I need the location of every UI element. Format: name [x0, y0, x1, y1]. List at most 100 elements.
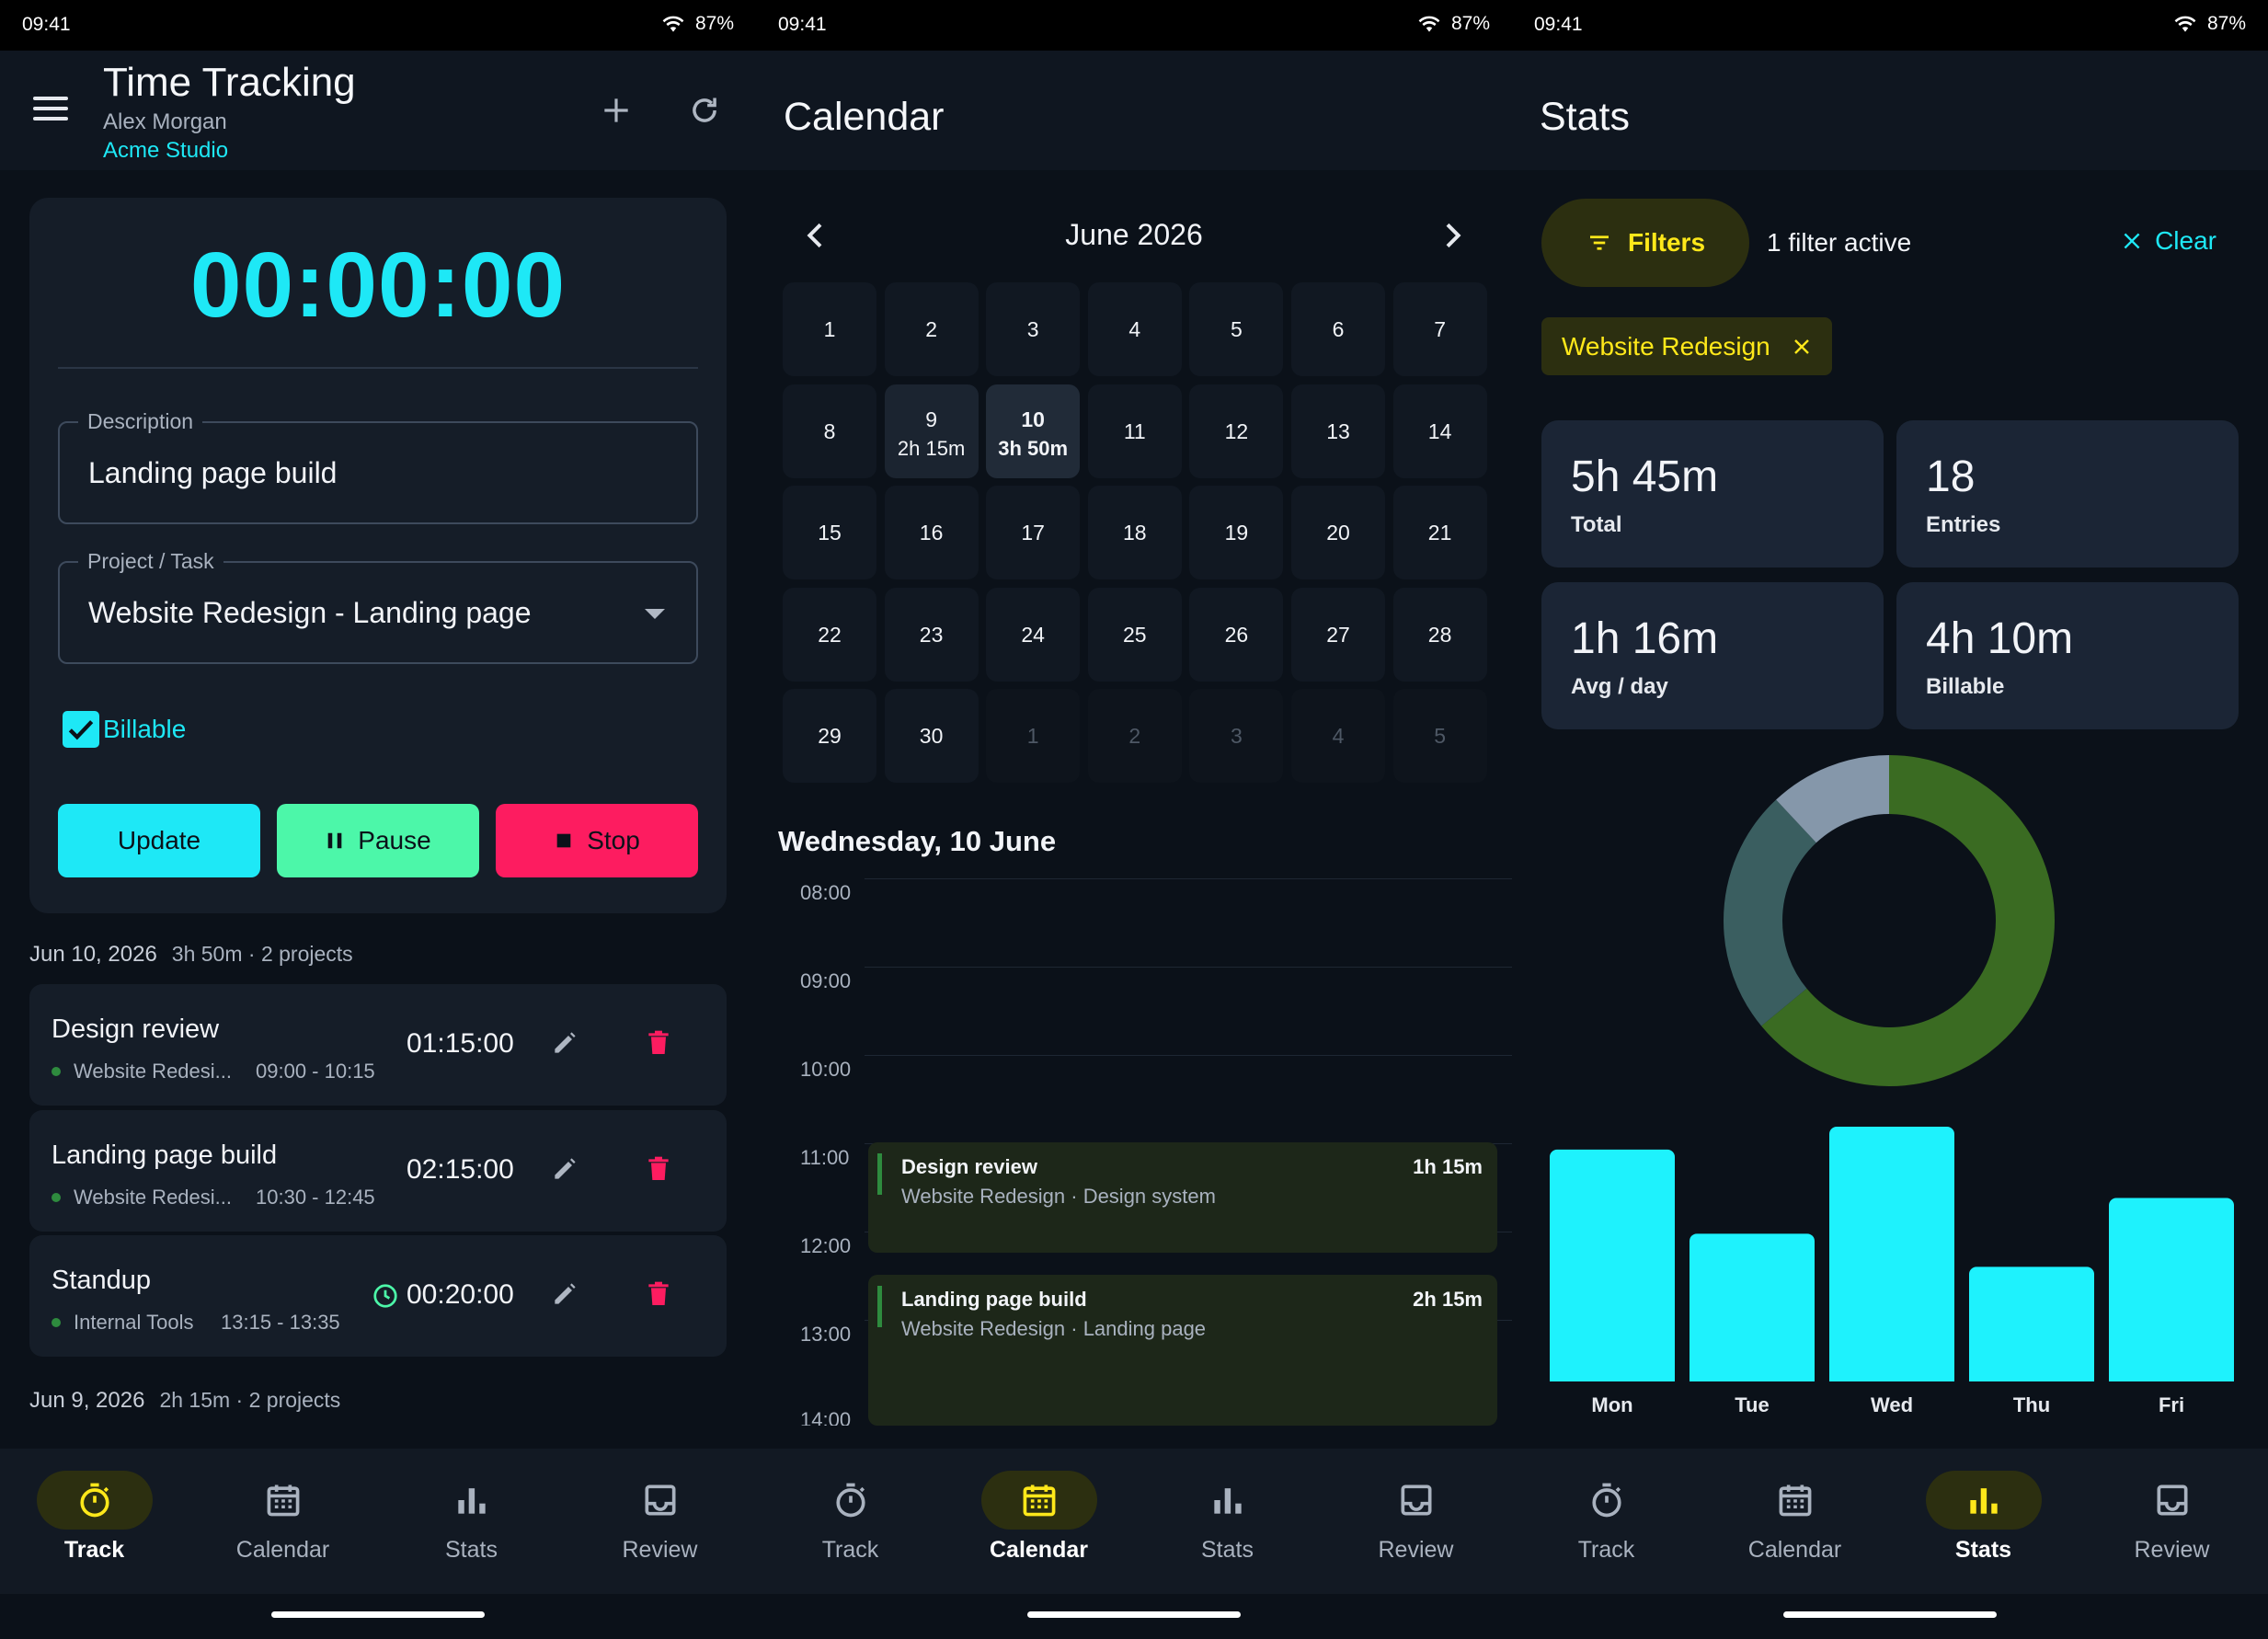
home-indicator[interactable]: [271, 1611, 485, 1618]
calendar-day[interactable]: 13: [1291, 384, 1385, 478]
calendar-day-number: 2: [1128, 724, 1141, 748]
calendar-day[interactable]: 5: [1189, 282, 1284, 376]
nav-review[interactable]: Review: [2078, 1449, 2266, 1594]
calendar-event[interactable]: Landing page build Website Redesign · La…: [868, 1275, 1497, 1426]
nav-calendar[interactable]: Calendar: [1701, 1449, 1889, 1594]
bar-label: Wed: [1871, 1393, 1913, 1416]
calendar-day[interactable]: 8: [783, 384, 876, 478]
edit-icon[interactable]: [550, 1279, 579, 1309]
nav-stats[interactable]: Stats: [1889, 1449, 2078, 1594]
calendar-day[interactable]: 25: [1087, 587, 1182, 682]
app-bar: Calendar: [756, 51, 1512, 170]
calendar-day[interactable]: 1: [783, 282, 876, 376]
entry-card[interactable]: Landing page build Website Redesi... 10:3…: [29, 1110, 727, 1232]
calendar-day[interactable]: 27: [1291, 587, 1385, 682]
calendar-day[interactable]: 30: [884, 689, 979, 783]
calendar-day[interactable]: 16: [884, 486, 979, 579]
calendar-day[interactable]: 11: [1087, 384, 1182, 478]
nav-review[interactable]: Review: [1322, 1449, 1510, 1594]
calendar-day[interactable]: 3: [1189, 689, 1284, 783]
calendar-day[interactable]: 12: [1189, 384, 1284, 478]
edit-icon[interactable]: [550, 1154, 579, 1184]
clear-button[interactable]: Clear: [2120, 226, 2216, 256]
delete-icon[interactable]: [644, 1278, 673, 1310]
calendar-day-number: 27: [1326, 622, 1350, 647]
summary-label: Billable: [1926, 674, 2005, 699]
nav-track[interactable]: Track: [756, 1449, 945, 1594]
delete-icon[interactable]: [644, 1153, 673, 1185]
remove-chip-icon[interactable]: [1791, 336, 1813, 358]
calendar-day[interactable]: 18: [1087, 486, 1182, 579]
nav-stats-label: Stats: [1954, 1537, 2012, 1563]
calendar-day[interactable]: 6: [1291, 282, 1385, 376]
day-date: Jun 10, 2026: [29, 942, 157, 967]
nav-review[interactable]: Review: [566, 1449, 754, 1594]
entry-card[interactable]: Standup Internal Tools 13:15 - 13:35 00:2…: [29, 1235, 727, 1357]
calendar-day[interactable]: 28: [1392, 587, 1487, 682]
calendar-day[interactable]: 1: [986, 689, 1081, 783]
project-select[interactable]: Project / Task Website Redesign - Landin…: [58, 549, 698, 664]
stop-button[interactable]: Stop: [496, 804, 698, 877]
nav-stats[interactable]: Stats: [1133, 1449, 1322, 1594]
calendar-day[interactable]: 2: [1087, 689, 1182, 783]
calendar-event[interactable]: Design review Website Redesign · Design …: [868, 1142, 1497, 1253]
home-indicator[interactable]: [1027, 1611, 1241, 1618]
calendar-day[interactable]: 26: [1189, 587, 1284, 682]
calendar-day[interactable]: 24: [986, 587, 1081, 682]
inbox-icon: [2157, 1484, 2188, 1516]
calendar-day[interactable]: 15: [783, 486, 876, 579]
billable-checkbox[interactable]: [63, 711, 99, 748]
nav-track[interactable]: Track: [0, 1449, 189, 1594]
nav-track[interactable]: Track: [1512, 1449, 1701, 1594]
nav-stats[interactable]: Stats: [377, 1449, 566, 1594]
calendar-day-number: 1: [823, 317, 836, 341]
hour-label: 09:00: [800, 969, 852, 992]
refresh-icon[interactable]: [682, 87, 727, 133]
nav-calendar[interactable]: Calendar: [189, 1449, 377, 1594]
calendar-day[interactable]: 17: [986, 486, 1081, 579]
filters-button[interactable]: Filters: [1541, 199, 1749, 287]
calendar-day-number: 8: [823, 418, 836, 443]
pause-button[interactable]: Pause: [277, 804, 479, 877]
status-bar: 09:41 87%: [0, 0, 756, 51]
calendar-day[interactable]: 2: [884, 282, 979, 376]
bar-mon: [1550, 1149, 1675, 1381]
inbox-icon: [1401, 1484, 1432, 1516]
calendar-day[interactable]: 19: [1189, 486, 1284, 579]
calendar-day[interactable]: 20: [1291, 486, 1385, 579]
day-timeline: 08:00 09:00 10:00 11:00 12:00 13:00 14:0…: [756, 855, 1512, 1426]
description-label: Description: [78, 409, 203, 434]
calendar-day[interactable]: 22: [783, 587, 876, 682]
delete-icon[interactable]: [644, 1027, 673, 1059]
timer-card: 00:00:00 Description Landing page build …: [29, 198, 727, 913]
calendar-day[interactable]: 23: [884, 587, 979, 682]
menu-icon[interactable]: [33, 97, 68, 124]
nav-calendar[interactable]: Calendar: [945, 1449, 1133, 1594]
add-icon[interactable]: [593, 87, 639, 133]
calendar-day-number: 17: [1021, 521, 1045, 544]
billable-label[interactable]: Billable: [103, 715, 186, 744]
calendar-day[interactable]: 21: [1392, 486, 1487, 579]
calendar-day[interactable]: 4: [1291, 689, 1385, 783]
update-button[interactable]: Update: [58, 804, 260, 877]
filter-chip[interactable]: Website Redesign: [1541, 317, 1832, 375]
calendar-day[interactable]: 5: [1392, 689, 1487, 783]
calendar-day[interactable]: 10 3h 50m: [986, 384, 1081, 478]
calendar-day-number: 21: [1427, 521, 1452, 544]
calendar-day[interactable]: 29: [783, 689, 876, 783]
entry-meta: Internal Tools 13:15 - 13:35: [52, 1311, 340, 1335]
calendar-day-number: 13: [1326, 418, 1350, 443]
edit-icon[interactable]: [550, 1028, 579, 1058]
description-field[interactable]: Description Landing page build: [58, 409, 698, 524]
calendar-day[interactable]: 7: [1392, 282, 1487, 376]
entry-card[interactable]: Design review Website Redesi... 09:00 - 1…: [29, 984, 727, 1106]
calendar-day[interactable]: 9 2h 15m: [884, 384, 979, 478]
summary-value: 18: [1926, 453, 1976, 501]
calendar-day[interactable]: 4: [1087, 282, 1182, 376]
calendar-day[interactable]: 14: [1392, 384, 1487, 478]
org-name[interactable]: Acme Studio: [103, 138, 228, 164]
bar-base-tue: [1690, 1372, 1815, 1381]
chevron-right-icon[interactable]: [1434, 217, 1471, 254]
home-indicator[interactable]: [1783, 1611, 1997, 1618]
calendar-day[interactable]: 3: [986, 282, 1081, 376]
